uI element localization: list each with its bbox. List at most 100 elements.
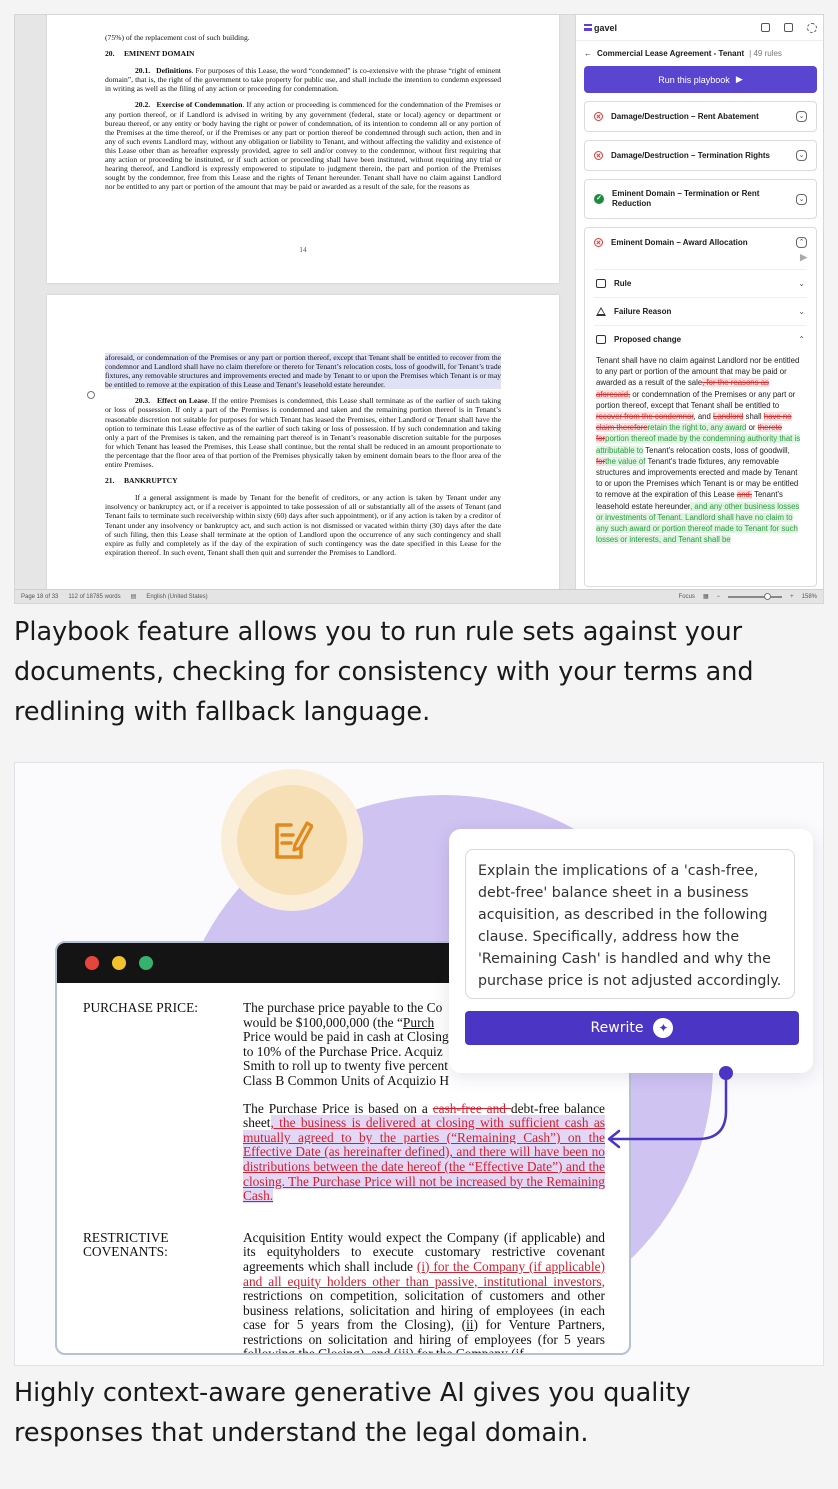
chevron-up-icon[interactable]: ⌃	[798, 335, 805, 344]
doc-line: (75%) of the replacement cost of such bu…	[105, 33, 250, 42]
minimize-dot-icon[interactable]	[112, 956, 126, 970]
fail-status-icon	[594, 112, 603, 121]
logo-text: gavel	[594, 22, 618, 33]
text-run: to 10% of the Purchase Price. Acquiz	[243, 1043, 443, 1059]
prompt-textarea[interactable]: Explain the implications of a 'cash-free…	[465, 849, 795, 999]
inserted-text: the value of	[605, 456, 646, 466]
text-run: would be $100,000,000 (the “	[243, 1014, 403, 1030]
section-label: Proposed change	[614, 335, 682, 344]
doc-paragraph: 20.2. Exercise of Condemnation. If any a…	[105, 100, 501, 191]
fail-status-icon	[594, 238, 603, 247]
gavel-logo: gavel	[584, 23, 617, 33]
playbook-screenshot: (75%) of the replacement cost of such bu…	[14, 14, 824, 604]
text-run: or	[746, 423, 758, 433]
page-count[interactable]: Page 18 of 33	[21, 594, 58, 600]
page-number: 14	[299, 245, 307, 254]
doc-paragraph: If a general assignment is made by Tenan…	[105, 493, 501, 557]
rewrite-button[interactable]: Rewrite ✦	[465, 1011, 799, 1045]
doc-paragraph: 20.3. Effect on Lease. If the entire Pre…	[105, 396, 501, 469]
menu-icon	[584, 24, 592, 31]
clause-title: 20.1. Definitions	[135, 66, 192, 76]
proposed-change-text: Tenant shall have no claim against Landl…	[594, 353, 807, 547]
language-label[interactable]: English (United States)	[146, 594, 207, 600]
deleted-text: and,	[736, 490, 753, 500]
text-run: Smith to roll up to twenty five percent	[243, 1058, 448, 1074]
text-run: shall	[743, 412, 764, 422]
zoom-out-icon[interactable]: −	[717, 594, 721, 600]
text-run: Purch	[402, 1014, 435, 1030]
text-run: The Purchase Price is based on a	[243, 1100, 433, 1116]
playbook-title: Commercial Lease Agreement - Tenant	[597, 49, 745, 58]
document-icon[interactable]	[784, 22, 793, 32]
text-run: COVENANTS:	[83, 1244, 168, 1260]
rule-label: Damage/Destruction – Termination Rights	[611, 150, 770, 160]
section-label: Rule	[614, 279, 632, 288]
rule-item[interactable]: Damage/Destruction – Rent Abatement ⌄	[584, 101, 817, 132]
fail-status-icon	[594, 151, 603, 160]
text-run: ii	[466, 1317, 474, 1333]
clause-title: 20.3. Effect on Lease	[135, 396, 208, 406]
proofing-icon[interactable]: ▤	[131, 593, 137, 600]
play-icon[interactable]: ▶	[594, 252, 807, 263]
word-count[interactable]: 112 of 18785 words	[68, 594, 120, 600]
clause-paragraph: Acquisition Entity would expect the Comp…	[243, 1230, 605, 1355]
document-canvas: (75%) of the replacement cost of such bu…	[15, 15, 575, 591]
caption-ai: Highly context-aware generative AI gives…	[14, 1378, 691, 1448]
message-icon	[596, 335, 606, 344]
chevron-down-icon[interactable]: ⌄	[796, 193, 807, 205]
gear-icon[interactable]	[807, 22, 817, 33]
highlighted-selection[interactable]: , the business is delivered at closing w…	[243, 1115, 605, 1204]
clause-text: . If the entire Premises is condemned, t…	[105, 396, 501, 470]
rewrite-card: Explain the implications of a 'cash-free…	[449, 829, 813, 1073]
section-label: Failure Reason	[614, 307, 672, 316]
back-arrow-icon[interactable]: ←	[584, 49, 592, 58]
rewrite-label: Rewrite	[590, 1020, 644, 1036]
chat-icon[interactable]	[761, 22, 770, 32]
failure-reason-section[interactable]: Failure Reason ⌄	[594, 297, 807, 325]
clause-label: RESTRICTIVE COVENANTS:	[83, 1229, 243, 1353]
zoom-in-icon[interactable]: +	[790, 594, 794, 600]
text-run: Tenant's relocation costs, loss of goodw…	[643, 445, 790, 455]
panel-header: gavel	[576, 15, 823, 41]
zoom-level[interactable]: 158%	[802, 594, 817, 600]
clause-text: . If any action or proceeding is commenc…	[105, 100, 501, 192]
clause-row: RESTRICTIVE COVENANTS: Acquisition Entity…	[83, 1229, 605, 1355]
chevron-down-icon[interactable]: ⌄	[796, 111, 807, 122]
rule-item[interactable]: Damage/Destruction – Termination Rights …	[584, 140, 817, 171]
chevron-down-icon[interactable]: ⌄	[798, 279, 805, 288]
rule-label: Eminent Domain – Termination or Rent Red…	[612, 189, 760, 208]
text-run: The purchase price payable to the Co	[243, 1000, 443, 1015]
deleted-text: for	[596, 456, 606, 466]
rule-item-expanded: Eminent Domain – Award Allocation ⌃ ▶ Ru…	[584, 227, 817, 587]
warning-icon	[596, 307, 606, 316]
text-run: Class B Common Units of Acquizio H	[243, 1072, 450, 1088]
text-run: iii	[398, 1346, 410, 1355]
deleted-text: recover from the condemnor	[596, 412, 694, 422]
document-page: aforesaid, or condemnation of the Premis…	[47, 295, 559, 591]
chevron-down-icon[interactable]: ⌄	[798, 307, 805, 316]
close-dot-icon[interactable]	[85, 956, 99, 970]
sparkle-icon: ✦	[653, 1018, 674, 1038]
rule-item[interactable]: ✓ Eminent Domain – Termination or Rent R…	[584, 179, 817, 219]
rule-section[interactable]: Rule ⌄	[594, 269, 807, 297]
chevron-down-icon[interactable]: ⌄	[796, 150, 807, 161]
play-icon: ▶	[735, 74, 743, 84]
comment-margin-icon[interactable]	[87, 391, 95, 399]
run-playbook-button[interactable]: Run this playbook ▶	[584, 66, 817, 93]
zoom-slider-handle[interactable]	[764, 592, 772, 600]
playbook-title-row: ← Commercial Lease Agreement - Tenant | …	[576, 41, 823, 64]
rule-count: | 49 rules	[749, 49, 782, 58]
zoom-slider[interactable]	[728, 592, 783, 600]
view-icon[interactable]: ▦	[703, 593, 709, 600]
maximize-dot-icon[interactable]	[139, 956, 153, 970]
chevron-up-icon[interactable]: ⌃	[796, 237, 807, 248]
rule-label: Eminent Domain – Award Allocation	[611, 237, 748, 247]
proposed-change-section[interactable]: Proposed change ⌃	[594, 325, 807, 353]
text-run: RESTRICTIVE	[83, 1229, 169, 1245]
text-run: , and	[693, 412, 714, 422]
focus-button[interactable]: Focus	[679, 594, 695, 600]
rewrite-illustration: PURCHASE PRICE: The purchase price payab…	[14, 762, 824, 1366]
edit-document-icon	[275, 821, 313, 859]
clause-paragraph: The Purchase Price is based on a cash-fr…	[243, 1100, 605, 1204]
run-playbook-label: Run this playbook	[658, 74, 730, 85]
